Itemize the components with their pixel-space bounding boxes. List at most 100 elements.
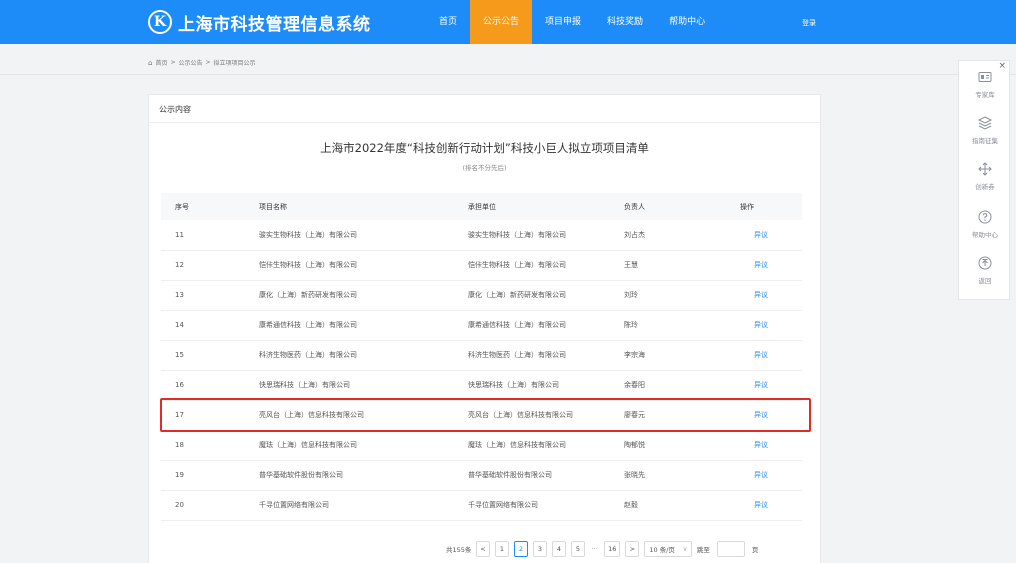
table-row: 12 恺佧生物科技（上海）有限公司 恺佧生物科技（上海）有限公司 王慧 异议 [161, 250, 802, 281]
site-logo[interactable]: K 上海市科技管理信息系统 [148, 9, 371, 35]
layers-icon [977, 116, 993, 130]
login-link[interactable]: 登录 [802, 0, 816, 44]
project-table: 序号 项目名称 承担单位 负责人 操作 11 骏实生物科技（上海）有限公司 骏实… [161, 193, 802, 521]
page-button[interactable]: 1 [494, 541, 509, 557]
cell-leader: 张晓先 [610, 460, 740, 491]
table-row: 16 快思瑞科技（上海）有限公司 快思瑞科技（上海）有限公司 余春阳 异议 [161, 370, 802, 401]
side-item-expert-library[interactable]: 专家库 [959, 69, 1011, 99]
cell-leader: 刘占杰 [610, 220, 740, 251]
home-icon[interactable]: ⌂ [148, 59, 152, 67]
top-header: K 上海市科技管理信息系统 首页 公示公告 项目申报 科技奖励 帮助中心 登录 [0, 0, 1016, 44]
page-button[interactable]: 4 [551, 541, 566, 557]
jump-label: 跳至 [696, 546, 710, 554]
cell-index: 15 [161, 340, 245, 371]
objection-link[interactable]: 异议 [740, 400, 802, 431]
next-page-button[interactable]: > [625, 541, 640, 557]
breadcrumb-divider [0, 74, 1016, 75]
objection-link[interactable]: 异议 [740, 430, 802, 461]
table-row: 19 普华基础软件股份有限公司 普华基础软件股份有限公司 张晓先 异议 [161, 460, 802, 491]
total-count: 共155条 [446, 546, 472, 554]
breadcrumb-home[interactable]: 首页 [155, 58, 167, 67]
cell-leader: 李宗海 [610, 340, 740, 371]
objection-link[interactable]: 异议 [740, 310, 802, 341]
col-header-leader: 负责人 [610, 193, 740, 220]
cell-project-name: 亮风台（上海）信息科技有限公司 [245, 400, 454, 431]
col-header-index: 序号 [161, 193, 245, 220]
page-size-value: 10 条/页 [649, 546, 675, 554]
cell-project-name: 千寻位置网络有限公司 [245, 490, 454, 521]
cell-leader: 赵毅 [610, 490, 740, 521]
objection-link[interactable]: 异议 [740, 220, 802, 251]
nav-announcements[interactable]: 公示公告 [470, 0, 533, 44]
breadcrumb-announcements[interactable]: 公示公告 [179, 58, 203, 67]
cell-leader: 陈玲 [610, 310, 740, 341]
breadcrumb-separator: > [170, 59, 176, 66]
cell-organization: 千寻位置网络有限公司 [454, 490, 610, 521]
cell-project-name: 骏实生物科技（上海）有限公司 [245, 220, 454, 251]
jump-page-input[interactable] [716, 541, 745, 557]
side-item-innovation-voucher[interactable]: 创新券 [959, 161, 1011, 191]
main-nav: 首页 公示公告 项目申报 科技奖励 帮助中心 [426, 0, 718, 44]
breadcrumb-current: 拟立项项目公示 [213, 60, 256, 67]
page-button-current[interactable]: 2 [513, 541, 528, 557]
side-toolbar: × 专家库 指南征集 创新券 帮助中心 返回 [958, 60, 1010, 300]
page-size-select[interactable]: 10 条/页 ∨ [644, 541, 693, 557]
nav-home[interactable]: 首页 [426, 0, 470, 44]
cell-index: 18 [161, 430, 245, 461]
cell-project-name: 快思瑞科技（上海）有限公司 [245, 370, 454, 401]
cell-index: 12 [161, 250, 245, 281]
cell-index: 11 [161, 220, 245, 251]
move-icon [978, 162, 992, 176]
objection-link[interactable]: 异议 [740, 280, 802, 311]
pagination: 共155条 < 1 2 3 4 5 ··· 16 > 10 条/页 ∨ 跳至 页 [444, 540, 760, 558]
cell-project-name: 康希通信科技（上海）有限公司 [245, 310, 454, 341]
nav-help-center[interactable]: 帮助中心 [656, 0, 718, 44]
page-button[interactable]: 3 [532, 541, 547, 557]
objection-link[interactable]: 异议 [740, 490, 802, 521]
nav-science-awards[interactable]: 科技奖励 [594, 0, 656, 44]
prev-page-button[interactable]: < [475, 541, 490, 557]
cell-leader: 陶郁悦 [610, 430, 740, 461]
side-item-back[interactable]: 返回 [959, 255, 1011, 285]
list-title: 上海市2022年度“科技创新行动计划”科技小巨人拟立项项目清单 [320, 141, 649, 155]
objection-link[interactable]: 异议 [740, 370, 802, 401]
cell-organization: 康希通信科技（上海）有限公司 [454, 310, 610, 341]
side-item-guide-collection[interactable]: 指南征集 [959, 115, 1011, 145]
side-item-label: 专家库 [975, 91, 995, 99]
side-item-label: 帮助中心 [972, 231, 998, 239]
cell-project-name: 普华基础软件股份有限公司 [245, 460, 454, 491]
page-button[interactable]: 5 [570, 541, 585, 557]
question-icon [978, 210, 992, 224]
cell-project-name: 康化（上海）新药研发有限公司 [245, 280, 454, 311]
table-header-row: 序号 项目名称 承担单位 负责人 操作 [161, 193, 802, 220]
cell-organization: 魔珐（上海）信息科技有限公司 [454, 430, 610, 461]
table-row: 18 魔珐（上海）信息科技有限公司 魔珐（上海）信息科技有限公司 陶郁悦 异议 [161, 430, 802, 461]
last-page-button[interactable]: 16 [604, 541, 621, 557]
objection-link[interactable]: 异议 [740, 250, 802, 281]
page-ellipsis[interactable]: ··· [591, 545, 597, 553]
table-row: 11 骏实生物科技（上海）有限公司 骏实生物科技（上海）有限公司 刘占杰 异议 [161, 220, 802, 251]
table-row: 13 康化（上海）新药研发有限公司 康化（上海）新药研发有限公司 刘玲 异议 [161, 280, 802, 311]
nav-project-application[interactable]: 项目申报 [532, 0, 594, 44]
cell-project-name: 恺佧生物科技（上海）有限公司 [245, 250, 454, 281]
cell-index: 20 [161, 490, 245, 521]
system-title: 上海市科技管理信息系统 [178, 14, 371, 35]
cell-organization: 骏实生物科技（上海）有限公司 [454, 220, 610, 251]
cell-index: 19 [161, 460, 245, 491]
cell-organization: 亮风台（上海）信息科技有限公司 [454, 400, 610, 431]
side-item-help-center[interactable]: 帮助中心 [959, 209, 1011, 239]
cell-organization: 康化（上海）新药研发有限公司 [454, 280, 610, 311]
cell-index: 13 [161, 280, 245, 311]
table-row: 14 康希通信科技（上海）有限公司 康希通信科技（上海）有限公司 陈玲 异议 [161, 310, 802, 341]
col-header-organization: 承担单位 [454, 193, 610, 220]
table-row: 20 千寻位置网络有限公司 千寻位置网络有限公司 赵毅 异议 [161, 490, 802, 521]
objection-link[interactable]: 异议 [740, 340, 802, 371]
jump-suffix: 页 [751, 546, 759, 554]
panel-title: 公示内容 [149, 95, 820, 123]
cell-organization: 恺佧生物科技（上海）有限公司 [454, 250, 610, 281]
cell-leader: 刘玲 [610, 280, 740, 311]
objection-link[interactable]: 异议 [740, 460, 802, 491]
list-subtitle: (排名不分先后) [462, 164, 507, 172]
side-item-label: 指南征集 [972, 137, 998, 145]
cell-organization: 科济生物医药（上海）有限公司 [454, 340, 610, 371]
